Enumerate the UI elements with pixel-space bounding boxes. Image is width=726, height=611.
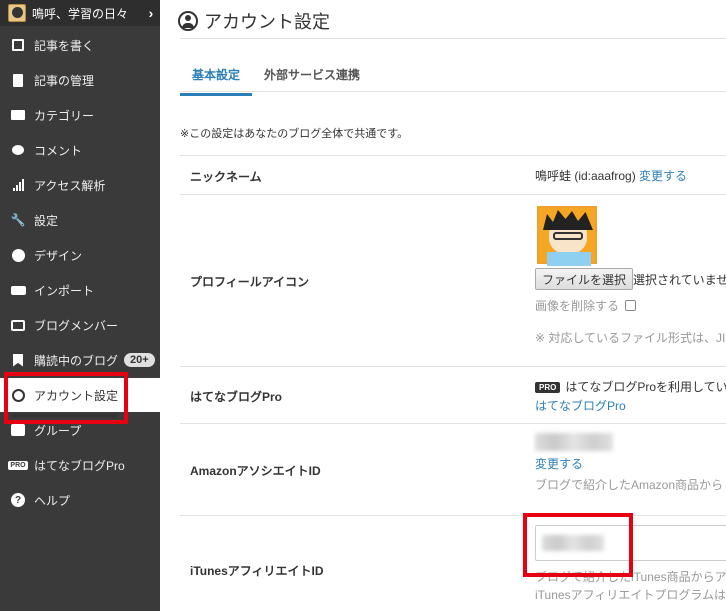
- sidebar-item-category[interactable]: カテゴリー: [0, 98, 160, 132]
- member-card-icon: [10, 317, 26, 333]
- annotation-highlight-itunes: [523, 513, 633, 577]
- annotation-underline: [12, 414, 116, 417]
- divider: [180, 91, 726, 92]
- divider: [180, 194, 726, 195]
- sidebar-item-label: カテゴリー: [34, 108, 95, 123]
- page-title-text: アカウント設定: [204, 12, 330, 32]
- nickname-label: ニックネーム: [190, 170, 262, 184]
- delete-image-label: 画像を削除する: [535, 299, 620, 313]
- nickname-change-link[interactable]: 変更する: [639, 169, 687, 183]
- truck-icon: [10, 282, 26, 298]
- account-icon: [178, 11, 198, 31]
- subscription-count-badge: 20+: [124, 353, 155, 367]
- sidebar-item-label: 設定: [34, 213, 59, 228]
- amazon-label: AmazonアソシエイトID: [190, 464, 321, 478]
- sidebar-item-label: 記事を書く: [34, 38, 95, 53]
- sidebar-item-help[interactable]: ? ヘルプ: [0, 483, 160, 517]
- group-icon: [10, 422, 26, 438]
- page-title: アカウント設定: [178, 8, 330, 34]
- pro-label: はてなブログPro: [190, 390, 283, 404]
- sidebar-item-label: 購読中のブログ: [34, 353, 119, 368]
- file-format-note: ※ 対応しているファイル形式は、JI: [535, 331, 726, 345]
- folder-icon: [10, 107, 26, 123]
- delete-image-row: 画像を削除する: [535, 297, 637, 314]
- pro-text-row: PRO はてなブログProを利用してい: [535, 378, 726, 395]
- sidebar-item-manage[interactable]: 記事の管理: [0, 63, 160, 97]
- divider: [180, 515, 726, 516]
- pro-badge: PRO: [535, 382, 561, 393]
- pro-icon: PRO: [8, 460, 28, 470]
- sidebar-item-write[interactable]: 記事を書く: [0, 28, 160, 62]
- main-content: アカウント設定 基本設定 外部サービス連携 ※この設定はあなたのブログ全体で共通…: [160, 0, 726, 611]
- itunes-description-2: iTunesアフィリエイトプログラムは: [535, 588, 726, 602]
- itunes-label: iTunesアフィリエイトID: [190, 564, 324, 578]
- amazon-description: ブログで紹介したAmazon商品から: [535, 478, 724, 492]
- profile-avatar-image: [537, 206, 597, 266]
- blurred-amazon-id: [535, 433, 613, 451]
- divider: [180, 38, 726, 39]
- bar-chart-icon: [10, 177, 26, 193]
- wrench-icon: 🔧: [10, 213, 26, 227]
- sidebar-item-label: コメント: [34, 143, 83, 158]
- pro-text: はてなブログProを利用してい: [565, 380, 726, 394]
- nickname-value-group: 鳴呼蛙 (id:aaafrog) 変更する: [535, 167, 687, 184]
- comment-icon: [10, 142, 26, 158]
- choose-file-button[interactable]: ファイルを選択: [535, 268, 634, 290]
- sidebar-item-label: デザイン: [34, 248, 83, 263]
- blog-avatar: [8, 4, 26, 22]
- nickname-value: 鳴呼蛙 (id:aaafrog): [535, 169, 636, 183]
- pro-link[interactable]: はてなブログPro: [535, 397, 626, 414]
- divider: [180, 366, 726, 367]
- bookmark-icon: [10, 352, 26, 368]
- sidebar-item-members[interactable]: ブログメンバー: [0, 308, 160, 342]
- amazon-change-link[interactable]: 変更する: [535, 455, 583, 472]
- sidebar-item-pro[interactable]: PRO はてなブログPro: [0, 448, 160, 482]
- help-icon: ?: [10, 492, 26, 508]
- sidebar-item-label: はてなブログPro: [34, 458, 125, 473]
- sidebar-item-import[interactable]: インポート: [0, 273, 160, 307]
- pencil-icon: [10, 37, 26, 53]
- blog-name: 鳴呼、学習の日々: [32, 6, 129, 21]
- palette-icon: [10, 247, 26, 263]
- file-status-text: 選択されていませ: [633, 273, 726, 287]
- profile-icon-label: プロフィールアイコン: [190, 275, 310, 289]
- document-icon: [10, 72, 26, 88]
- sidebar-item-label: グループ: [34, 423, 82, 438]
- sidebar-item-label: インポート: [34, 283, 95, 298]
- sidebar-item-settings[interactable]: 🔧 設定: [0, 203, 160, 237]
- sidebar-item-design[interactable]: デザイン: [0, 238, 160, 272]
- sidebar-item-label: 記事の管理: [34, 73, 95, 88]
- sidebar: 鳴呼、学習の日々 › 記事を書く 記事の管理 カテゴリー コメント アクセス解析…: [0, 0, 160, 611]
- divider: [180, 423, 726, 424]
- delete-image-checkbox[interactable]: [625, 300, 637, 311]
- chevron-right-icon: ›: [148, 5, 154, 21]
- blog-switcher[interactable]: 鳴呼、学習の日々 ›: [0, 0, 160, 26]
- settings-note: ※この設定はあなたのブログ全体で共通です。: [180, 128, 409, 140]
- sidebar-item-label: ヘルプ: [34, 493, 71, 508]
- divider: [180, 155, 726, 156]
- sidebar-item-comment[interactable]: コメント: [0, 133, 160, 167]
- sidebar-item-label: ブログメンバー: [34, 318, 119, 333]
- sidebar-item-analytics[interactable]: アクセス解析: [0, 168, 160, 202]
- sidebar-item-label: アクセス解析: [34, 178, 106, 193]
